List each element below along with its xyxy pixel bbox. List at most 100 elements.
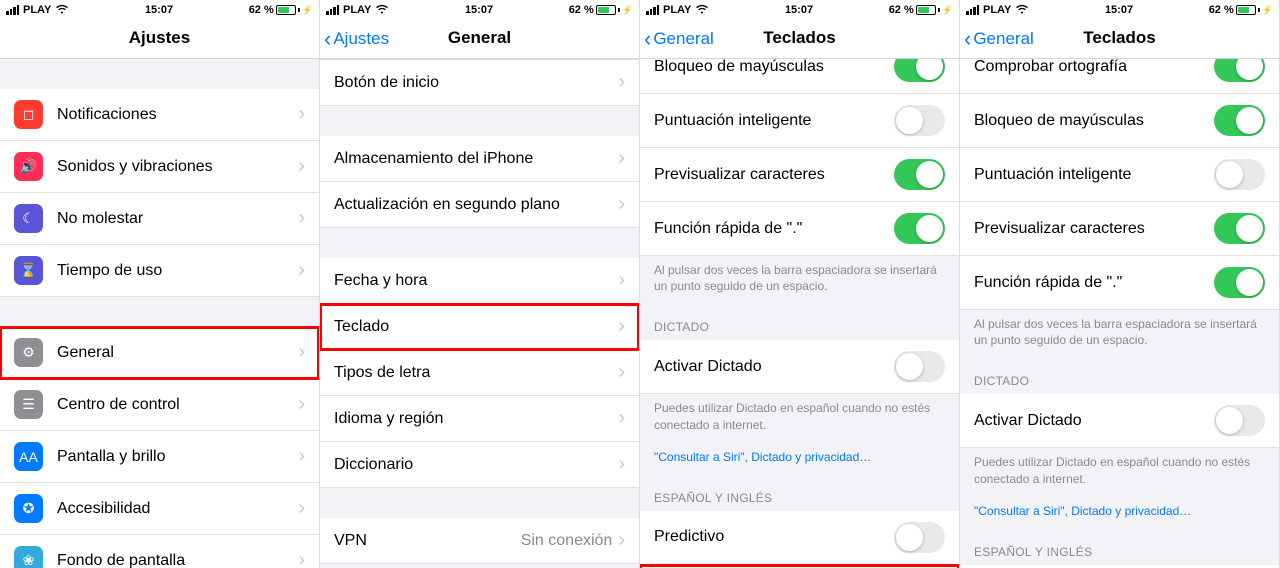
row-boton-inicio[interactable]: Botón de inicio› [320,59,639,106]
toggle-switch[interactable] [894,159,945,190]
row-label: Actualización en segundo plano [334,196,618,214]
chevron-right-icon: › [618,269,625,292]
row-actualizacion-segundo[interactable]: Actualización en segundo plano› [320,182,639,228]
row-accesibilidad[interactable]: ✪Accesibilidad› [0,483,319,535]
row-puntuacion[interactable]: Puntuación inteligente [960,148,1279,202]
row-ortografia[interactable]: Comprobar ortografía [960,59,1279,94]
row-centro-control[interactable]: ☰Centro de control› [0,379,319,431]
general-list[interactable]: Botón de inicio› Almacenamiento del iPhon… [320,59,639,568]
time: 15:07 [145,4,173,16]
teclados-list[interactable]: Comprobar ortografía Bloqueo de mayúscula… [960,59,1279,568]
row-idioma-region[interactable]: Idioma y región› [320,396,639,442]
row-previsualizar[interactable]: Previsualizar caracteres [640,148,959,202]
carrier: PLAY [663,4,691,16]
row-label: Fondo de pantalla [57,552,298,568]
toggle-switch[interactable] [894,522,945,553]
row-activar-dictado[interactable]: Activar Dictado [960,394,1279,448]
teclados-list[interactable]: Bloqueo de mayúsculasPuntuación intelige… [640,59,959,568]
row-funcion-rapida[interactable]: Función rápida de "." [960,256,1279,310]
row-almacenamiento[interactable]: Almacenamiento del iPhone› [320,136,639,182]
back-button[interactable]: ‹General [964,28,1034,50]
footer-text: Al pulsar dos veces la barra espaciadora… [960,310,1279,358]
row-diccionario[interactable]: Diccionario› [320,442,639,488]
tiempo-uso-icon: ⌛ [14,256,43,285]
wifi-icon [375,4,389,17]
row-label: Accesibilidad [57,500,298,518]
settings-list[interactable]: ◻Notificaciones›🔊Sonidos y vibraciones›☾… [0,59,319,568]
row-previsualizar[interactable]: Previsualizar caracteres [960,202,1279,256]
row-bloqueo-mayus[interactable]: Bloqueo de mayúsculas [960,94,1279,148]
section-header-dictado: DICTADO [960,358,1279,394]
carrier: PLAY [343,4,371,16]
row-vpn[interactable]: VPNSin conexión› [320,518,639,564]
toggle-switch[interactable] [894,351,945,382]
signal-icon [326,5,339,15]
row-label: Centro de control [57,396,298,414]
row-label: General [57,344,298,362]
chevron-left-icon: ‹ [324,28,331,50]
row-pantalla-brillo[interactable]: AAPantalla y brillo› [0,431,319,483]
row-fondo[interactable]: ❀Fondo de pantalla› [0,535,319,568]
row-tipos-letra[interactable]: Tipos de letra› [320,350,639,396]
battery-icon: ⚡ [916,5,953,16]
chevron-right-icon: › [618,453,625,476]
toggle-switch[interactable] [1214,59,1265,82]
row-funcion-rapida[interactable]: Función rápida de "." [640,202,959,256]
row-label: Activar Dictado [654,358,894,376]
chevron-right-icon: › [618,361,625,384]
chevron-left-icon: ‹ [644,28,651,50]
row-label: Comprobar ortografía [974,59,1214,76]
row-notificaciones[interactable]: ◻Notificaciones› [0,89,319,141]
toggle-switch[interactable] [894,105,945,136]
toggle-switch[interactable] [1214,105,1265,136]
row-sonidos[interactable]: 🔊Sonidos y vibraciones› [0,141,319,193]
row-label: Puntuación inteligente [974,166,1214,184]
toggle-switch[interactable] [1214,213,1265,244]
wifi-icon [55,4,69,17]
screen-teclados-on: PLAY 15:07 62 %⚡ ‹General Teclados Bloqu… [640,0,960,568]
row-puntuacion[interactable]: Puntuación inteligente [640,94,959,148]
screen-ajustes: PLAY 15:07 62 % ⚡ Ajustes ◻Notificacione… [0,0,320,568]
nav-bar: ‹General Teclados [960,20,1279,59]
section-header-lang: ESPAÑOL Y INGLÉS [960,529,1279,565]
battery-pct: 62 % [249,4,274,16]
nav-bar: Ajustes [0,20,319,59]
privacy-link[interactable]: "Consultar a Siri", Dictado y privacidad… [960,497,1279,529]
row-bloqueo-mayus[interactable]: Bloqueo de mayúsculas [640,59,959,94]
row-no-molestar[interactable]: ☾No molestar› [0,193,319,245]
chevron-right-icon: › [298,341,305,364]
row-label: Teclado [334,318,618,336]
row-label: Diccionario [334,456,618,474]
toggle-switch[interactable] [1214,159,1265,190]
row-label: Previsualizar caracteres [974,220,1214,238]
row-label: Sonidos y vibraciones [57,158,298,176]
signal-icon [6,5,19,15]
toggle-switch[interactable] [1214,267,1265,298]
footer-text: Al pulsar dos veces la barra espaciadora… [640,256,959,304]
toggle-switch[interactable] [1214,405,1265,436]
row-activar-dictado[interactable]: Activar Dictado [640,340,959,394]
signal-icon [966,5,979,15]
no-molestar-icon: ☾ [14,204,43,233]
row-tiempo-uso[interactable]: ⌛Tiempo de uso› [0,245,319,297]
row-label: Fecha y hora [334,272,618,290]
back-button[interactable]: ‹Ajustes [324,28,389,50]
status-bar: PLAY 15:07 62 %⚡ [960,0,1279,20]
row-general[interactable]: ⚙General› [0,327,319,379]
row-predictivo[interactable]: Predictivo [640,511,959,565]
privacy-link[interactable]: "Consultar a Siri", Dictado y privacidad… [640,443,959,475]
carrier: PLAY [23,4,51,16]
chevron-right-icon: › [298,207,305,230]
row-teclado[interactable]: Teclado› [320,304,639,350]
toggle-switch[interactable] [894,59,945,82]
back-button[interactable]: ‹General [644,28,714,50]
battery-pct: 62 % [889,4,914,16]
toggle-switch[interactable] [894,213,945,244]
centro-control-icon: ☰ [14,390,43,419]
row-fecha-hora[interactable]: Fecha y hora› [320,258,639,304]
pantalla-brillo-icon: AA [14,442,43,471]
chevron-right-icon: › [618,315,625,338]
chevron-right-icon: › [298,259,305,282]
chevron-right-icon: › [618,71,625,94]
notificaciones-icon: ◻ [14,100,43,129]
